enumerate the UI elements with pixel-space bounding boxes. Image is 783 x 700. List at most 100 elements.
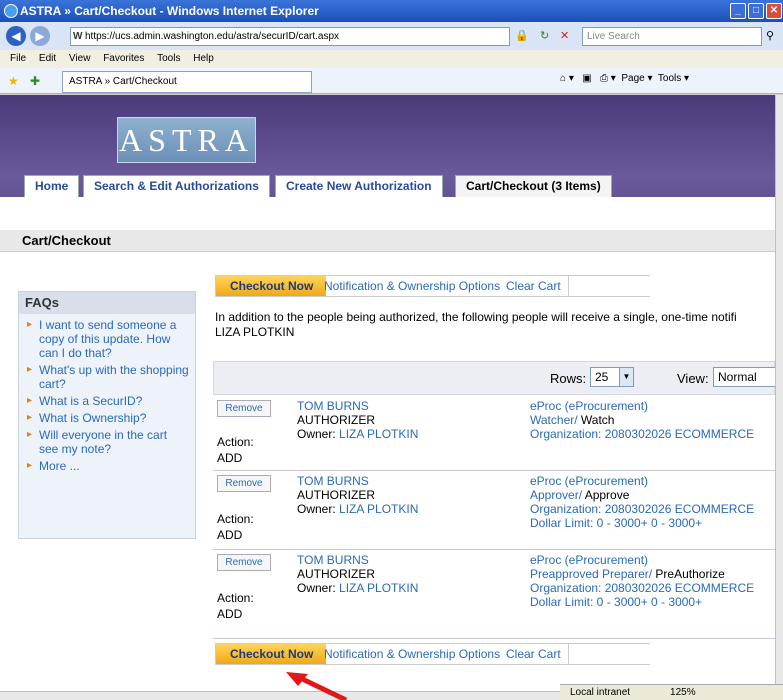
status-bar: Local intranet 125% [560,684,783,700]
lock-icon[interactable]: 🔒 [515,29,529,42]
arrow-shaft [294,673,348,700]
person-role: AUTHORIZER [297,413,375,427]
faq-panel: FAQs I want to send someone a copy of th… [18,291,196,539]
menu-view[interactable]: View [69,53,91,64]
remove-button[interactable]: Remove [217,554,271,571]
person-name-link[interactable]: TOM BURNS [297,474,418,488]
astra-logo: ASTRA [117,117,256,163]
chevron-down-icon[interactable]: ▼ [619,368,633,386]
view-select[interactable]: Normal [713,367,775,387]
info-name: LIZA PLOTKIN [215,325,295,339]
person-name-link[interactable]: TOM BURNS [297,553,418,567]
action-label: Action: [217,512,254,526]
blank-button[interactable] [568,644,650,664]
stop-icon[interactable]: ✕ [560,29,569,42]
clear-cart-link[interactable]: Clear Cart [506,276,561,296]
checkout-now-button[interactable]: Checkout Now [216,276,326,296]
tools-menu[interactable]: Tools ▾ [658,73,689,84]
permission-text: Watch [577,413,615,427]
menu-favorites[interactable]: Favorites [103,53,144,64]
tab-toolbar: ★ ✚ ASTRA » Cart/Checkout ⌂ ▾ ▣ ⎙ ▾ Page… [0,68,783,94]
owner-label: Owner: [297,427,336,441]
address-input[interactable]: Whttps://ucs.admin.washington.edu/astra/… [70,27,510,46]
search-icon[interactable]: ⚲ [766,29,774,42]
checkout-now-button[interactable]: Checkout Now [216,644,326,664]
zone-text: Local intranet [570,687,631,698]
organization-text: Organization: 2080302026 ECOMMERCE [530,581,755,595]
menu-edit[interactable]: Edit [39,53,56,64]
close-icon[interactable]: ✕ [766,3,782,19]
header-spacer [0,197,775,230]
favorites-star-icon[interactable]: ★ [8,74,19,88]
notification-options-link[interactable]: Notification & Ownership Options [324,644,500,664]
permission-link[interactable]: Watcher/ [530,413,578,427]
add-favorite-icon[interactable]: ✚ [30,74,40,88]
faq-item[interactable]: I want to send someone a copy of this up… [27,318,189,360]
home-icon[interactable]: ⌂ ▾ [560,73,574,84]
clear-cart-link[interactable]: Clear Cart [506,644,561,664]
maximize-icon[interactable]: □ [748,3,764,19]
view-label: View: [677,371,709,386]
menu-help[interactable]: Help [193,53,214,64]
action-value: ADD [217,528,243,542]
permission-link[interactable]: Preapproved Preparer/ [530,567,652,581]
print-icon[interactable]: ⎙ ▾ [600,73,616,84]
remove-button[interactable]: Remove [217,400,271,417]
forward-icon[interactable]: ▶ [30,26,50,46]
minimize-icon[interactable]: _ [730,3,746,19]
menu-file[interactable]: File [10,53,26,64]
permission-text: Approve [582,488,630,502]
owner-link[interactable]: LIZA PLOTKIN [339,581,418,595]
organization-text: Organization: 2080302026 ECOMMERCE [530,427,755,441]
red-arrow-annotation [286,672,348,700]
search-input[interactable]: Live Search [582,27,762,46]
command-bar: ⌂ ▾ ▣ ⎙ ▾ Page ▾ Tools ▾ [560,73,689,84]
system-link[interactable]: eProc (eProcurement) [530,399,754,413]
nav-home[interactable]: Home [24,175,80,197]
action-value: ADD [217,451,243,465]
owner-link[interactable]: LIZA PLOTKIN [339,502,418,516]
blank-button[interactable] [568,276,650,296]
action-bar-top: Checkout Now Notification & Ownership Op… [215,275,650,297]
window-title: ASTRA » Cart/Checkout - Windows Internet… [20,4,319,18]
page-menu[interactable]: Page ▾ [621,73,652,84]
zoom-level[interactable]: 125% [670,685,696,700]
remove-button[interactable]: Remove [217,475,271,492]
person-name-link[interactable]: TOM BURNS [297,399,418,413]
url-text: https://ucs.admin.washington.edu/astra/s… [85,31,340,42]
cart-row: Remove Action: ADD TOM BURNS AUTHORIZER … [213,551,775,639]
nav-create-new[interactable]: Create New Authorization [275,175,443,197]
menu-bar: File Edit View Favorites Tools Help [0,50,783,68]
faq-item-more[interactable]: More ... [27,459,189,473]
browser-tab[interactable]: ASTRA » Cart/Checkout [62,71,312,93]
faq-item[interactable]: What's up with the shopping cart? [27,363,189,391]
faq-item[interactable]: What is Ownership? [27,411,189,425]
faq-item[interactable]: What is a SecurID? [27,394,189,408]
owner-label: Owner: [297,581,336,595]
permission-text: PreAuthorize [652,567,725,581]
rows-value: 25 [595,370,609,384]
rows-select[interactable]: 25 ▼ [590,367,634,387]
menu-tools[interactable]: Tools [157,53,180,64]
address-toolbar: ◀ ▶ Whttps://ucs.admin.washington.edu/as… [0,22,783,50]
dollar-limit-text: Dollar Limit: 0 - 3000+ 0 - 3000+ [530,516,703,530]
nav-search-edit[interactable]: Search & Edit Authorizations [83,175,270,197]
refresh-icon[interactable]: ↻ [540,29,549,42]
system-link[interactable]: eProc (eProcurement) [530,553,754,567]
action-label: Action: [217,435,254,449]
permission-link[interactable]: Approver/ [530,488,582,502]
rows-label: Rows: [550,371,587,386]
window-title-bar: ASTRA » Cart/Checkout - Windows Internet… [0,0,783,22]
vertical-scrollbar[interactable] [775,95,783,691]
cart-controls: Rows: 25 ▼ View: Normal [213,361,775,395]
notification-options-link[interactable]: Notification & Ownership Options [324,276,500,296]
info-text: In addition to the people being authoriz… [215,310,737,324]
owner-link[interactable]: LIZA PLOTKIN [339,427,418,441]
person-role: AUTHORIZER [297,567,375,581]
faq-item[interactable]: Will everyone in the cart see my note? [27,428,189,456]
back-icon[interactable]: ◀ [6,26,26,46]
ie-logo-icon [4,4,18,18]
cart-row: Remove Action: ADD TOM BURNS AUTHORIZER … [213,472,775,550]
system-link[interactable]: eProc (eProcurement) [530,474,754,488]
feeds-icon[interactable]: ▣ [582,73,591,84]
